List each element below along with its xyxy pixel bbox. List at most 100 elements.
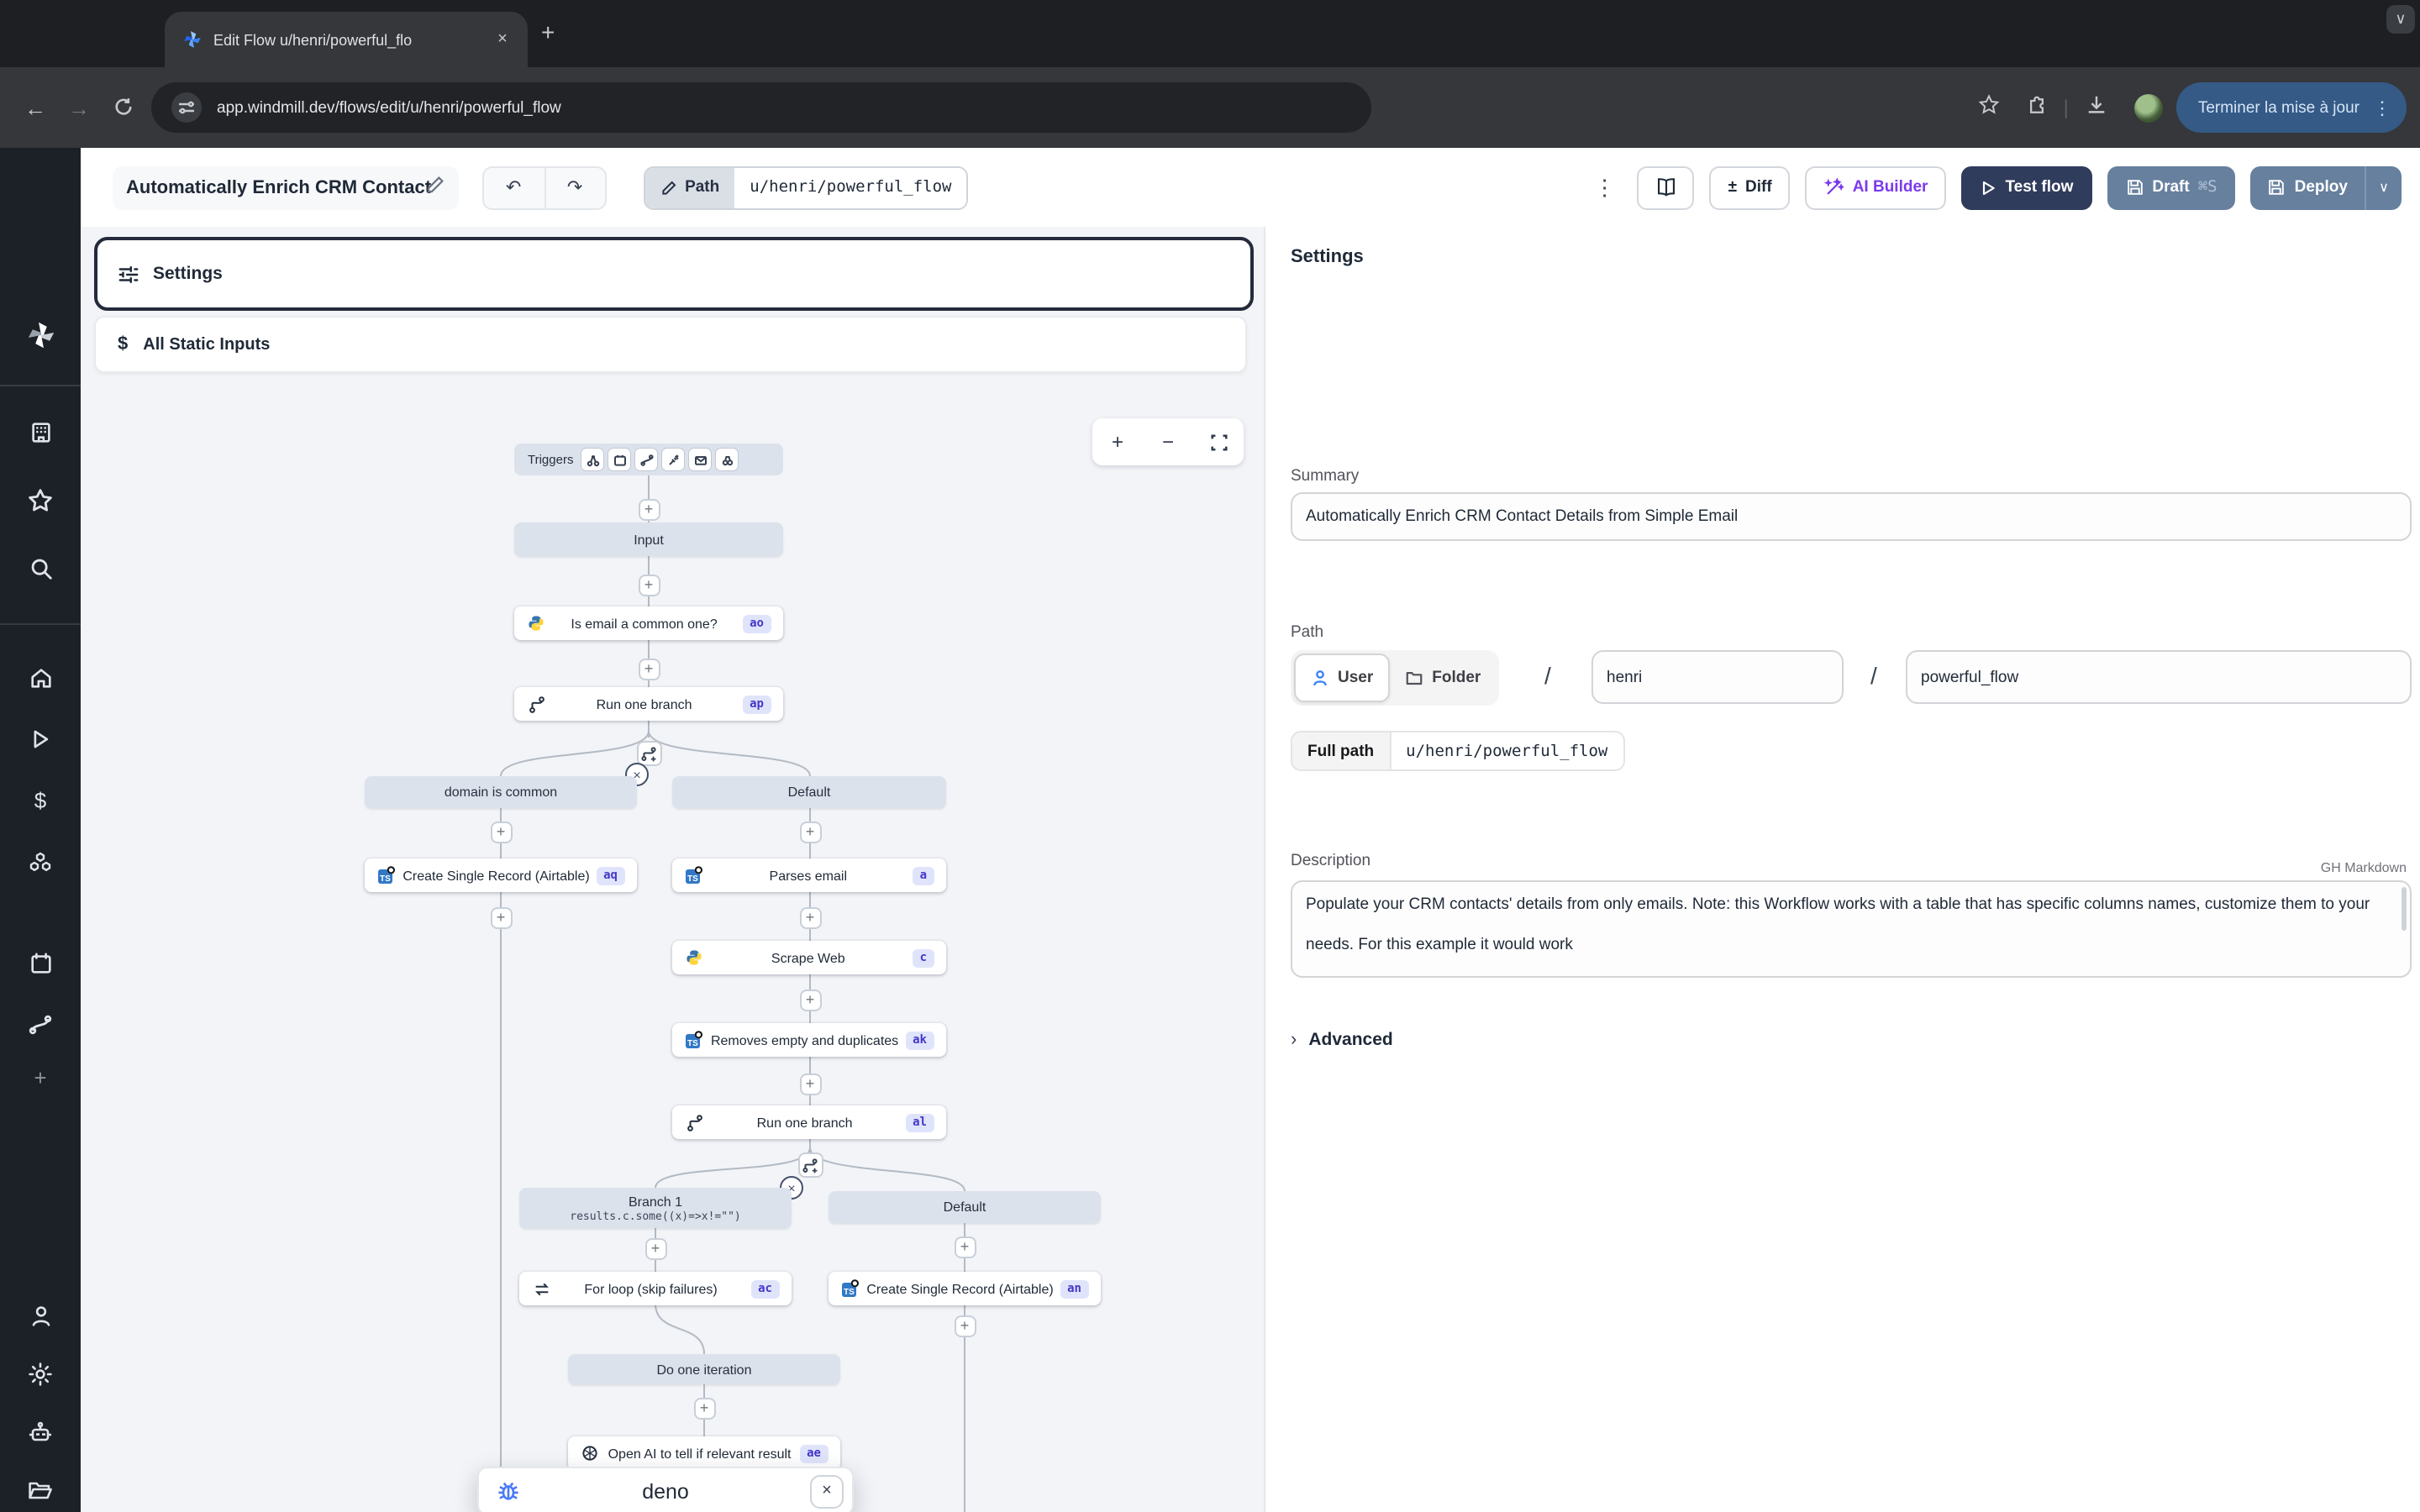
edit-title-pencil-icon[interactable] bbox=[424, 172, 445, 202]
deploy-caret-button[interactable]: ∨ bbox=[2365, 165, 2402, 209]
triggers-node[interactable]: Triggers bbox=[514, 444, 783, 475]
sidebar-item-folders[interactable] bbox=[0, 1477, 81, 1504]
ai-builder-button[interactable]: AI Builder bbox=[1806, 165, 1947, 209]
email-trigger-icon[interactable] bbox=[689, 449, 711, 470]
node-run-one-branch-2[interactable]: Run one branch al bbox=[672, 1105, 946, 1139]
add-step-connector[interactable] bbox=[490, 906, 512, 928]
bookmark-star-icon[interactable] bbox=[1978, 94, 2000, 121]
add-step-connector[interactable] bbox=[490, 821, 512, 843]
sidebar-item-favorites[interactable] bbox=[0, 487, 81, 514]
branch-domain-is-common[interactable]: domain is common bbox=[365, 776, 637, 808]
flow-name-input[interactable] bbox=[1906, 650, 2412, 704]
sidebar-item-workspace[interactable] bbox=[0, 420, 81, 445]
branch-default-1[interactable]: Default bbox=[672, 776, 946, 808]
add-step-connector[interactable] bbox=[644, 1237, 666, 1259]
advanced-section-toggle[interactable]: › Advanced bbox=[1291, 1030, 1393, 1050]
docs-book-button[interactable] bbox=[1638, 165, 1695, 209]
node-label: Create Single Record (Airtable) bbox=[860, 1281, 1060, 1296]
node-removes-empty[interactable]: TS Removes empty and duplicates ak bbox=[672, 1023, 946, 1057]
undo-button[interactable]: ↶ bbox=[483, 167, 544, 207]
do-one-iteration-node[interactable]: Do one iteration bbox=[568, 1354, 840, 1384]
node-openai[interactable]: Open AI to tell if relevant result ae bbox=[568, 1436, 840, 1470]
node-parses-email[interactable]: TS Parses email a bbox=[672, 858, 946, 892]
websocket-trigger-icon[interactable] bbox=[662, 449, 684, 470]
more-options-kebab-icon[interactable]: ⋮ bbox=[1594, 174, 1616, 201]
add-step-connector[interactable] bbox=[954, 1236, 976, 1257]
typescript-icon: TS bbox=[376, 865, 397, 885]
node-for-loop[interactable]: For loop (skip failures) ac bbox=[519, 1272, 792, 1305]
sidebar-item-home[interactable] bbox=[0, 665, 81, 690]
sidebar-item-resources[interactable] bbox=[0, 850, 81, 877]
flow-canvas[interactable]: + − Triggers bbox=[81, 378, 1264, 1512]
branch-1[interactable]: Branch 1 results.c.some((x)=>x!="") bbox=[519, 1188, 792, 1228]
description-textarea[interactable]: Populate your CRM contacts' details from… bbox=[1291, 880, 2412, 978]
zoom-in-button[interactable]: + bbox=[1092, 418, 1143, 465]
summary-input[interactable] bbox=[1291, 492, 2412, 541]
forward-icon[interactable]: → bbox=[57, 95, 101, 120]
profile-avatar[interactable] bbox=[2134, 93, 2163, 122]
windmill-logo[interactable] bbox=[0, 319, 81, 351]
add-step-connector[interactable] bbox=[638, 498, 660, 520]
owner-input[interactable] bbox=[1591, 650, 1844, 704]
add-step-connector[interactable] bbox=[954, 1315, 976, 1336]
deploy-button[interactable]: Deploy bbox=[2251, 165, 2365, 209]
back-icon[interactable]: ← bbox=[13, 95, 57, 120]
zoom-out-button[interactable]: − bbox=[1143, 418, 1193, 465]
add-step-connector[interactable] bbox=[799, 906, 821, 928]
user-toggle[interactable]: User bbox=[1294, 654, 1390, 702]
input-node[interactable]: Input bbox=[514, 522, 783, 556]
branch-default-2[interactable]: Default bbox=[829, 1191, 1101, 1223]
sidebar-item-workers[interactable] bbox=[0, 1420, 81, 1446]
node-is-email[interactable]: Is email a common one? ao bbox=[514, 606, 783, 640]
download-icon[interactable] bbox=[2086, 94, 2107, 121]
draft-button[interactable]: Draft ⌘S bbox=[2107, 165, 2235, 209]
diff-button[interactable]: ± Diff bbox=[1710, 165, 1791, 209]
browser-tab[interactable]: Edit Flow u/henri/powerful_flo × bbox=[165, 12, 528, 67]
address-bar[interactable]: app.windmill.dev/flows/edit/u/henri/powe… bbox=[151, 82, 1371, 133]
popup-close-button[interactable]: × bbox=[810, 1474, 844, 1508]
flow-title[interactable]: Automatically Enrich CRM Contact bbox=[126, 177, 431, 197]
schedule-trigger-icon[interactable] bbox=[608, 449, 630, 470]
sidebar-item-routes[interactable] bbox=[0, 1011, 81, 1038]
sidebar-item-add[interactable]: + bbox=[0, 1065, 81, 1090]
sidebar-item-settings[interactable] bbox=[0, 1361, 81, 1388]
test-flow-button[interactable]: Test flow bbox=[1961, 165, 2091, 209]
node-scrape-web[interactable]: Scrape Web c bbox=[672, 941, 946, 974]
sidebar-item-schedules[interactable] bbox=[0, 951, 81, 976]
node-create-record-2[interactable]: TS Create Single Record (Airtable) an bbox=[829, 1272, 1101, 1305]
tab-search-chevron-icon[interactable]: ∨ bbox=[2386, 5, 2415, 34]
redo-button[interactable]: ↷ bbox=[544, 167, 604, 207]
extensions-icon[interactable] bbox=[2027, 95, 2047, 120]
sidebar-item-variables[interactable]: $ bbox=[0, 788, 81, 813]
add-step-connector[interactable] bbox=[693, 1397, 715, 1419]
folder-toggle[interactable]: Folder bbox=[1390, 654, 1496, 702]
path-chip[interactable]: Path u/henri/powerful_flow bbox=[643, 165, 968, 209]
node-badge: ao bbox=[742, 614, 771, 633]
browser-menu-kebab-icon[interactable]: ⋮ bbox=[2373, 97, 2391, 118]
browser-update-button[interactable]: Terminer la mise à jour ⋮ bbox=[2176, 82, 2407, 133]
settings-tab-card[interactable]: Settings bbox=[94, 237, 1254, 311]
tab-close-icon[interactable]: × bbox=[491, 28, 514, 51]
add-step-connector[interactable] bbox=[799, 1073, 821, 1095]
sidebar-item-runs[interactable] bbox=[0, 727, 81, 751]
site-settings-icon[interactable] bbox=[171, 92, 202, 123]
sidebar-item-account[interactable] bbox=[0, 1304, 81, 1329]
reload-icon[interactable] bbox=[101, 95, 145, 120]
add-step-connector[interactable] bbox=[638, 658, 660, 680]
node-create-record-1[interactable]: TS Create Single Record (Airtable) aq bbox=[365, 858, 637, 892]
http-route-trigger-icon[interactable] bbox=[635, 449, 657, 470]
sidebar-item-search[interactable] bbox=[0, 556, 81, 581]
flow-title-wrap[interactable]: Automatically Enrich CRM Contact bbox=[113, 165, 458, 209]
add-step-connector[interactable] bbox=[799, 821, 821, 843]
add-branch-connector[interactable] bbox=[797, 1152, 823, 1178]
new-tab-icon[interactable]: + bbox=[541, 20, 555, 44]
static-inputs-tab-card[interactable]: $ All Static Inputs bbox=[94, 316, 1247, 373]
add-step-connector[interactable] bbox=[799, 989, 821, 1011]
description-scrollbar[interactable] bbox=[2402, 887, 2407, 931]
deno-popup[interactable]: deno × bbox=[477, 1467, 854, 1512]
webhook-trigger-icon[interactable] bbox=[581, 449, 603, 470]
node-run-one-branch-1[interactable]: Run one branch ap bbox=[514, 687, 783, 721]
add-step-connector[interactable] bbox=[638, 574, 660, 596]
poll-trigger-icon[interactable] bbox=[716, 449, 738, 470]
fit-view-button[interactable] bbox=[1193, 418, 1244, 465]
